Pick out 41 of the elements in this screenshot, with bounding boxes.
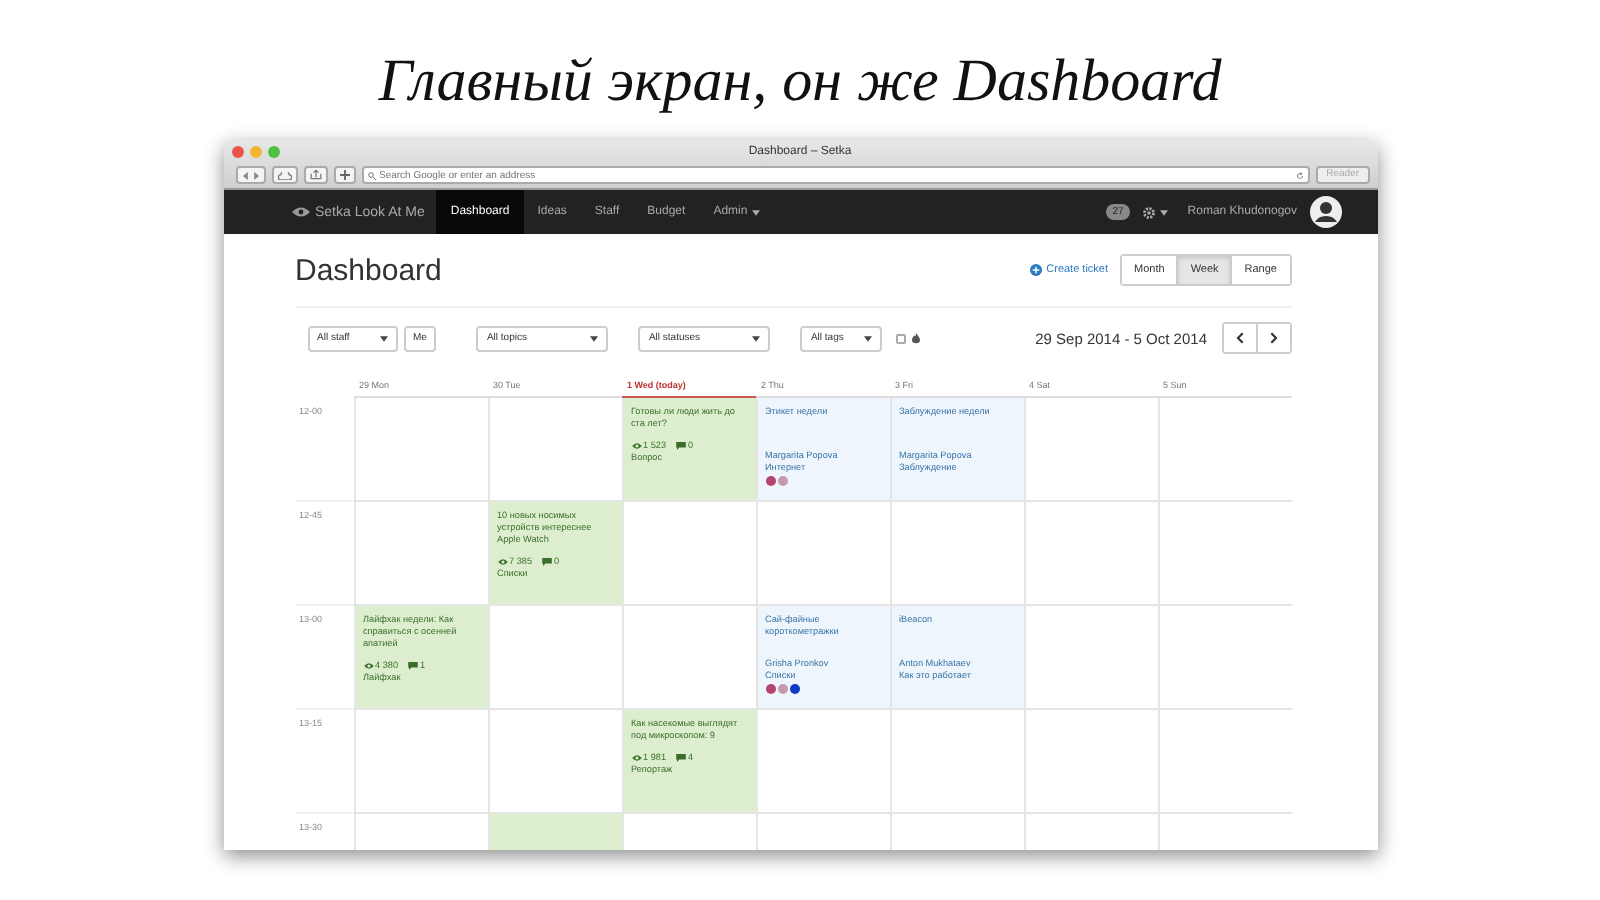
caret-icon — [864, 335, 873, 341]
comment-icon — [542, 557, 552, 566]
eye-icon — [631, 441, 641, 450]
chevron-right-icon — [1269, 332, 1277, 344]
share-button[interactable] — [303, 166, 327, 184]
back-forward-button[interactable] — [235, 166, 265, 184]
flame-icon — [912, 332, 921, 344]
reload-icon — [1296, 171, 1305, 179]
back-forward-icon — [241, 171, 259, 179]
slide-title: Главный экран, он же Dashboard — [378, 48, 1222, 116]
eye-icon — [291, 206, 309, 218]
calendar-slot — [1023, 502, 1157, 606]
calendar-slot — [1157, 502, 1291, 606]
caret-icon — [379, 335, 387, 341]
calendar-slot — [1023, 710, 1157, 814]
previous-week-button[interactable] — [1223, 324, 1257, 352]
comment-icon — [408, 661, 418, 670]
caret-icon — [590, 335, 599, 341]
comment-icon — [676, 441, 686, 450]
calendar-slot — [1157, 398, 1291, 502]
search-icon — [367, 171, 375, 179]
comment-icon — [676, 753, 686, 762]
plus-icon — [339, 170, 349, 180]
share-icon — [309, 170, 321, 180]
calendar-slot — [353, 398, 487, 502]
eye-icon — [631, 753, 641, 762]
plus-circle-icon — [1030, 264, 1043, 276]
eye-icon — [497, 557, 507, 566]
caret-icon — [1159, 209, 1168, 215]
page-title: Dashboard — [295, 253, 444, 287]
caret-icon — [752, 335, 761, 341]
calendar-slot — [1157, 710, 1291, 814]
settings-icon — [1141, 205, 1156, 219]
calendar-slot — [1157, 606, 1291, 710]
cloud-button[interactable] — [271, 166, 297, 184]
new-tab-button[interactable] — [333, 166, 355, 184]
avatar-icon[interactable] — [1309, 196, 1341, 228]
close-button[interactable] — [231, 146, 243, 158]
eye-icon — [363, 661, 373, 670]
hot-checkbox[interactable] — [896, 333, 907, 343]
chevron-left-icon — [1235, 332, 1243, 344]
